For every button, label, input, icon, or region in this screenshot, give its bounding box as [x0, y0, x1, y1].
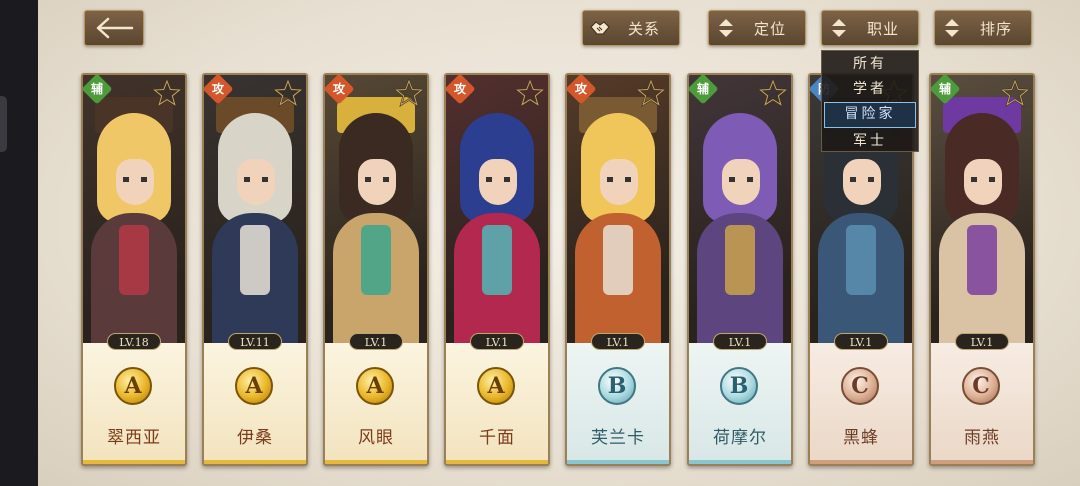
- star-icon: [759, 79, 787, 107]
- star-icon: [1001, 79, 1029, 107]
- card-bottom-bar: [689, 460, 791, 464]
- grade-medal: A: [114, 367, 152, 405]
- level-badge: LV.1: [834, 333, 888, 350]
- level-badge: LV.1: [470, 333, 524, 350]
- character-card[interactable]: 辅 LV.1 B 荷摩尔: [687, 73, 793, 466]
- level-badge: LV.18: [107, 333, 161, 350]
- character-portrait: [204, 75, 306, 343]
- card-info-panel: LV.1 B 荷摩尔: [689, 333, 791, 464]
- position-filter-button[interactable]: 定位: [708, 10, 806, 46]
- arrow-left-icon: [96, 17, 134, 39]
- role-label: 辅: [938, 82, 951, 96]
- character-name: 风眼: [358, 428, 394, 448]
- card-bottom-bar: [325, 460, 427, 464]
- role-label: 辅: [90, 82, 103, 96]
- relation-label: 关系: [627, 19, 660, 38]
- character-card[interactable]: 攻 LV.11 A 伊桑: [202, 73, 308, 466]
- sort-button[interactable]: 排序: [934, 10, 1032, 46]
- job-filter-label: 职业: [866, 19, 899, 38]
- job-option-soldier[interactable]: 军士: [824, 129, 916, 153]
- character-portrait: [567, 75, 669, 343]
- grade-medal: B: [598, 367, 636, 405]
- background: [38, 0, 1080, 486]
- star-icon: [153, 79, 181, 107]
- star-icon: [395, 79, 423, 107]
- sort-updown-icon: [935, 11, 969, 45]
- relation-button[interactable]: 关系: [582, 10, 680, 46]
- role-label: 攻: [453, 82, 466, 96]
- level-badge: LV.1: [349, 333, 403, 350]
- card-info-panel: LV.1 A 风眼: [325, 333, 427, 464]
- card-info-panel: LV.11 A 伊桑: [204, 333, 306, 464]
- job-option-all[interactable]: 所有: [824, 52, 916, 76]
- character-name: 千面: [479, 428, 515, 448]
- character-name: 伊桑: [237, 428, 273, 448]
- star-icon: [637, 79, 665, 107]
- handshake-icon: [583, 11, 617, 45]
- level-badge: LV.1: [955, 333, 1009, 350]
- character-portrait: [446, 75, 548, 343]
- card-info-panel: LV.18 A 翠西亚: [83, 333, 185, 464]
- card-info-panel: LV.1 C 雨燕: [931, 333, 1033, 464]
- character-card[interactable]: 辅 LV.18 A 翠西亚: [81, 73, 187, 466]
- character-portrait: [83, 75, 185, 343]
- role-label: 攻: [574, 82, 587, 96]
- job-dropdown: 所有 学者 冒险家 军士: [821, 50, 919, 152]
- card-bottom-bar: [931, 460, 1033, 464]
- system-bezel: [0, 0, 38, 486]
- character-portrait: [689, 75, 791, 343]
- grade-medal: C: [962, 367, 1000, 405]
- position-filter-label: 定位: [753, 19, 786, 38]
- role-label: 攻: [211, 82, 224, 96]
- character-name: 雨燕: [964, 428, 1000, 448]
- role-label: 辅: [696, 82, 709, 96]
- character-card[interactable]: 攻 LV.1 A 风眼: [323, 73, 429, 466]
- grade-medal: A: [356, 367, 394, 405]
- sort-updown-icon: [822, 11, 856, 45]
- character-name: 荷摩尔: [713, 428, 767, 448]
- star-icon: [274, 79, 302, 107]
- card-info-panel: LV.1 C 黑蜂: [810, 333, 912, 464]
- character-card[interactable]: 攻 LV.1 A 千面: [444, 73, 550, 466]
- character-name: 翠西亚: [107, 428, 161, 448]
- job-option-adventurer[interactable]: 冒险家: [824, 102, 916, 128]
- card-info-panel: LV.1 B 芙兰卡: [567, 333, 669, 464]
- grade-medal: A: [235, 367, 273, 405]
- character-card[interactable]: 辅 LV.1 C 雨燕: [929, 73, 1035, 466]
- character-card[interactable]: 攻 LV.1 B 芙兰卡: [565, 73, 671, 466]
- sort-label: 排序: [979, 19, 1012, 38]
- card-bottom-bar: [446, 460, 548, 464]
- level-badge: LV.1: [713, 333, 767, 350]
- grade-medal: B: [720, 367, 758, 405]
- job-filter-button[interactable]: 职业: [821, 10, 919, 46]
- role-label: 攻: [332, 82, 345, 96]
- character-portrait: [931, 75, 1033, 343]
- card-info-panel: LV.1 A 千面: [446, 333, 548, 464]
- star-icon: [516, 79, 544, 107]
- grade-medal: A: [477, 367, 515, 405]
- card-bottom-bar: [567, 460, 669, 464]
- back-button[interactable]: [84, 10, 144, 46]
- grade-medal: C: [841, 367, 879, 405]
- card-bottom-bar: [810, 460, 912, 464]
- character-name: 黑蜂: [843, 428, 879, 448]
- level-badge: LV.1: [591, 333, 645, 350]
- job-option-scholar[interactable]: 学者: [824, 77, 916, 101]
- card-bottom-bar: [83, 460, 185, 464]
- character-name: 芙兰卡: [591, 428, 645, 448]
- level-badge: LV.11: [228, 333, 282, 350]
- card-bottom-bar: [204, 460, 306, 464]
- character-portrait: [325, 75, 427, 343]
- sort-updown-icon: [709, 11, 743, 45]
- system-notch: [0, 96, 7, 152]
